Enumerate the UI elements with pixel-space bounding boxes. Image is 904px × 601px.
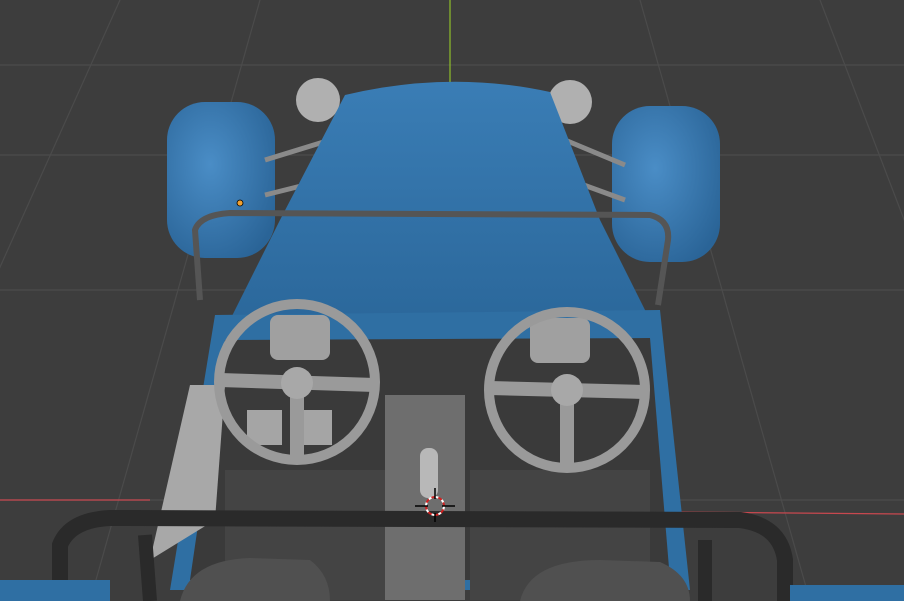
left-gauge-pod <box>270 315 330 360</box>
left-headlight <box>296 78 340 122</box>
ground-mesh <box>790 585 904 601</box>
center-tunnel <box>385 395 465 600</box>
front-left-wheel <box>167 102 275 258</box>
viewport-canvas[interactable] <box>0 0 904 601</box>
car-model[interactable] <box>0 78 904 601</box>
ground-mesh <box>0 580 110 601</box>
roll-bar-post <box>138 534 157 601</box>
pedal <box>300 410 332 445</box>
3d-viewport[interactable] <box>0 0 904 601</box>
right-gauge-pod <box>530 318 590 363</box>
object-origin-dot[interactable] <box>236 199 244 207</box>
